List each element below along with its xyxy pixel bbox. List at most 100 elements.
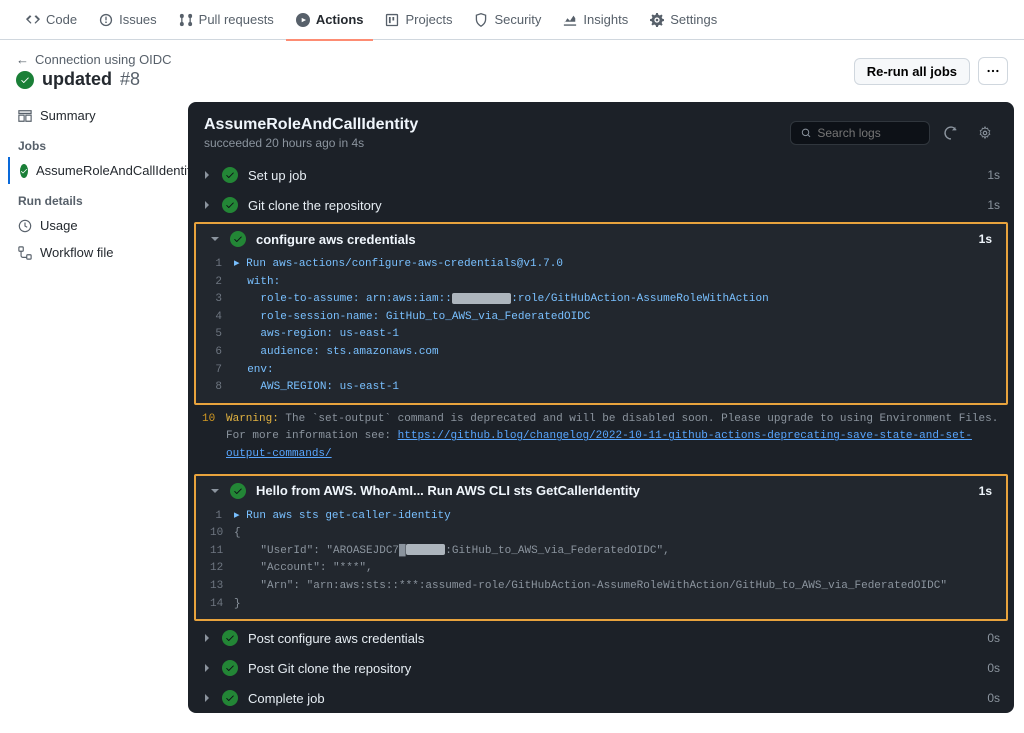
check-icon bbox=[230, 483, 246, 499]
settings-button[interactable] bbox=[972, 120, 998, 146]
line-number: 11 bbox=[210, 543, 234, 561]
step-time: 1s bbox=[987, 198, 1000, 212]
nav-issues[interactable]: Issues bbox=[89, 6, 167, 33]
highlight-hello: Hello from AWS. WhoAmI... Run AWS CLI st… bbox=[194, 474, 1008, 622]
line-number: 12 bbox=[210, 560, 234, 578]
chevron-right-icon bbox=[202, 171, 212, 179]
sidebar-workflow-file[interactable]: Workflow file bbox=[8, 239, 172, 266]
highlight-configure: configure aws credentials 1s 1▸ Run aws-… bbox=[194, 222, 1008, 405]
line-text: } bbox=[234, 596, 241, 614]
line-text: role-to-assume: arn:aws:iam::█████████:r… bbox=[234, 291, 769, 309]
log-line: 8 AWS_REGION: us-east-1 bbox=[196, 379, 1006, 397]
step-name: configure aws credentials bbox=[256, 232, 416, 247]
line-number: 4 bbox=[210, 309, 234, 327]
kebab-icon bbox=[986, 64, 1000, 78]
chevron-right-icon bbox=[202, 694, 212, 702]
nav-actions[interactable]: Actions bbox=[286, 6, 374, 33]
step-hello[interactable]: Hello from AWS. WhoAmI... Run AWS CLI st… bbox=[196, 476, 1006, 506]
line-text: audience: sts.amazonaws.com bbox=[234, 344, 439, 362]
line-text: role-session-name: GitHub_to_AWS_via_Fed… bbox=[234, 309, 590, 327]
sidebar-usage[interactable]: Usage bbox=[8, 212, 172, 239]
sidebar-summary-label: Summary bbox=[40, 108, 96, 123]
check-icon bbox=[20, 164, 28, 178]
step-time: 0s bbox=[987, 691, 1000, 705]
nav-projects[interactable]: Projects bbox=[375, 6, 462, 33]
step-name: Post Git clone the repository bbox=[248, 661, 411, 676]
line-number: 2 bbox=[210, 274, 234, 292]
line-text: with: bbox=[234, 274, 280, 292]
log-line: 2 with: bbox=[196, 274, 1006, 292]
check-icon bbox=[222, 197, 238, 213]
step-time: 0s bbox=[987, 661, 1000, 675]
log-warning: 10 Warning: The `set-output` command is … bbox=[188, 411, 1014, 464]
step-name: Post configure aws credentials bbox=[248, 631, 424, 646]
search-input[interactable] bbox=[817, 126, 919, 140]
job-time[interactable]: 20 hours ago bbox=[265, 136, 335, 150]
line-text: { bbox=[234, 525, 241, 543]
chevron-right-icon bbox=[202, 664, 212, 672]
line-number: 8 bbox=[210, 379, 234, 397]
step-time: 1s bbox=[979, 232, 992, 246]
workflow-icon bbox=[18, 246, 32, 260]
line-number: 1 bbox=[210, 256, 234, 274]
sidebar-job-label: AssumeRoleAndCallIdentity bbox=[36, 163, 197, 178]
line-text: "UserId": "AROASEJDC7███████:GitHub_to_A… bbox=[234, 543, 670, 561]
log-line: 14} bbox=[196, 596, 1006, 614]
sidebar-usage-label: Usage bbox=[40, 218, 78, 233]
summary-icon bbox=[18, 109, 32, 123]
line-number: 1 bbox=[210, 508, 234, 526]
line-number: 6 bbox=[210, 344, 234, 362]
rundetails-heading: Run details bbox=[8, 184, 172, 212]
step-time: 1s bbox=[987, 168, 1000, 182]
check-icon bbox=[222, 660, 238, 676]
step-post-clone[interactable]: Post Git clone the repository 0s bbox=[188, 653, 1014, 683]
repo-nav: Code Issues Pull requests Actions Projec… bbox=[0, 0, 1024, 40]
step-setup[interactable]: Set up job 1s bbox=[188, 160, 1014, 190]
nav-settings[interactable]: Settings bbox=[640, 6, 727, 33]
line-text: env: bbox=[234, 362, 274, 380]
step-post-configure[interactable]: Post configure aws credentials 0s bbox=[188, 623, 1014, 653]
line-text: AWS_REGION: us-east-1 bbox=[234, 379, 399, 397]
sidebar: Summary Jobs AssumeRoleAndCallIdentity R… bbox=[0, 102, 188, 733]
line-number: 7 bbox=[210, 362, 234, 380]
log-line: 1▸ Run aws-actions/configure-aws-credent… bbox=[196, 256, 1006, 274]
nav-code[interactable]: Code bbox=[16, 6, 87, 33]
job-title: AssumeRoleAndCallIdentity bbox=[204, 116, 418, 134]
step-configure[interactable]: configure aws credentials 1s bbox=[196, 224, 1006, 254]
line-number: 10 bbox=[210, 525, 234, 543]
log-line: 13 "Arn": "arn:aws:sts::***:assumed-role… bbox=[196, 578, 1006, 596]
rerun-all-button[interactable]: Re-run all jobs bbox=[854, 58, 970, 85]
nav-insights[interactable]: Insights bbox=[553, 6, 638, 33]
nav-security[interactable]: Security bbox=[464, 6, 551, 33]
workflow-title: updated bbox=[42, 69, 112, 90]
sync-icon bbox=[944, 126, 958, 140]
sidebar-job-item[interactable]: AssumeRoleAndCallIdentity bbox=[8, 157, 172, 184]
chevron-down-icon bbox=[210, 235, 220, 243]
sidebar-summary[interactable]: Summary bbox=[8, 102, 172, 129]
step-time: 1s bbox=[979, 484, 992, 498]
log-line: 12 "Account": "***", bbox=[196, 560, 1006, 578]
line-number: 13 bbox=[210, 578, 234, 596]
redacted: █████████ bbox=[452, 293, 511, 304]
check-icon bbox=[230, 231, 246, 247]
clock-icon bbox=[18, 219, 32, 233]
jobs-heading: Jobs bbox=[8, 129, 172, 157]
workflow-number: #8 bbox=[120, 69, 140, 90]
log-lines: 1▸ Run aws-actions/configure-aws-credent… bbox=[196, 254, 1006, 403]
line-text: aws-region: us-east-1 bbox=[234, 326, 399, 344]
search-logs[interactable] bbox=[790, 121, 930, 145]
back-link[interactable]: ← Connection using OIDC bbox=[16, 52, 172, 67]
step-name: Git clone the repository bbox=[248, 198, 382, 213]
more-menu-button[interactable] bbox=[978, 57, 1008, 85]
nav-projects-label: Projects bbox=[405, 12, 452, 27]
step-complete[interactable]: Complete job 0s bbox=[188, 683, 1014, 713]
check-icon bbox=[222, 167, 238, 183]
nav-code-label: Code bbox=[46, 12, 77, 27]
step-clone[interactable]: Git clone the repository 1s bbox=[188, 190, 1014, 220]
line-number: 5 bbox=[210, 326, 234, 344]
refresh-button[interactable] bbox=[938, 120, 964, 146]
nav-pulls[interactable]: Pull requests bbox=[169, 6, 284, 33]
step-name: Set up job bbox=[248, 168, 307, 183]
chevron-right-icon bbox=[202, 201, 212, 209]
nav-actions-label: Actions bbox=[316, 12, 364, 27]
